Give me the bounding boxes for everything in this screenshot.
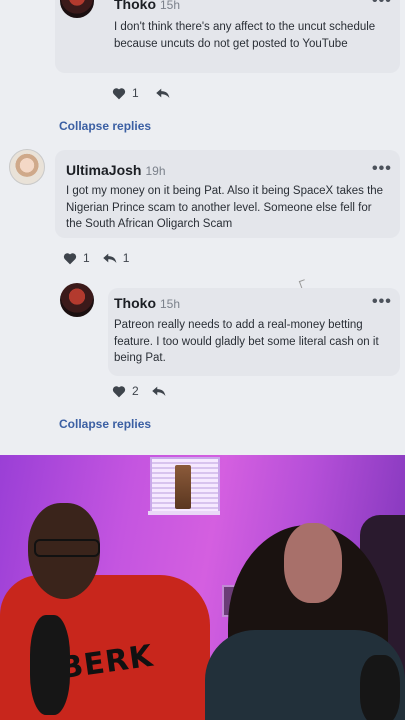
comment-actions: 2 [112, 384, 166, 398]
comment-author[interactable]: Thoko 15h [114, 0, 180, 12]
more-icon[interactable]: ••• [372, 160, 392, 178]
comment-author[interactable]: Thoko 15h [114, 295, 180, 311]
collapse-replies-link[interactable]: Collapse replies [59, 417, 151, 431]
comment-text: I got my money on it being Pat. Also it … [66, 185, 384, 230]
collapse-replies-link[interactable]: Collapse replies [59, 119, 151, 133]
heart-icon[interactable] [63, 252, 77, 265]
reply-count: 1 [122, 251, 130, 265]
comments-panel: Thoko 15h ••• I don't think there's any a… [0, 0, 405, 455]
comment-actions: 1 [112, 86, 170, 100]
comment-time: 15h [160, 0, 181, 12]
like-count: 1 [83, 251, 90, 265]
shelf [148, 511, 220, 515]
like-count: 2 [132, 384, 139, 398]
reply-icon[interactable] [155, 87, 170, 99]
reply-icon[interactable] [151, 385, 166, 397]
more-icon[interactable]: ••• [372, 293, 392, 311]
avatar[interactable] [60, 283, 94, 317]
comment-actions: 1 1 [63, 251, 129, 265]
webcam-video: BERK [0, 455, 405, 720]
microphone-right [360, 655, 400, 720]
avatar[interactable] [9, 149, 45, 185]
comment-author[interactable]: UltimaJosh 19h [66, 162, 166, 178]
heart-icon[interactable] [112, 87, 126, 100]
like-count: 1 [132, 86, 139, 100]
glasses [34, 539, 100, 557]
more-icon[interactable]: ••• [372, 0, 392, 10]
reply-icon[interactable] [102, 252, 117, 264]
heart-icon[interactable] [112, 385, 126, 398]
comment-text: I don't think there's any affect to the … [114, 21, 376, 50]
comment-text: Patreon really needs to add a real-money… [114, 319, 379, 364]
person-right-face [284, 523, 342, 603]
comment-time: 19h [145, 164, 166, 178]
decor-figure [175, 465, 191, 509]
microphone-left [30, 615, 70, 715]
comment-time: 15h [160, 297, 181, 311]
